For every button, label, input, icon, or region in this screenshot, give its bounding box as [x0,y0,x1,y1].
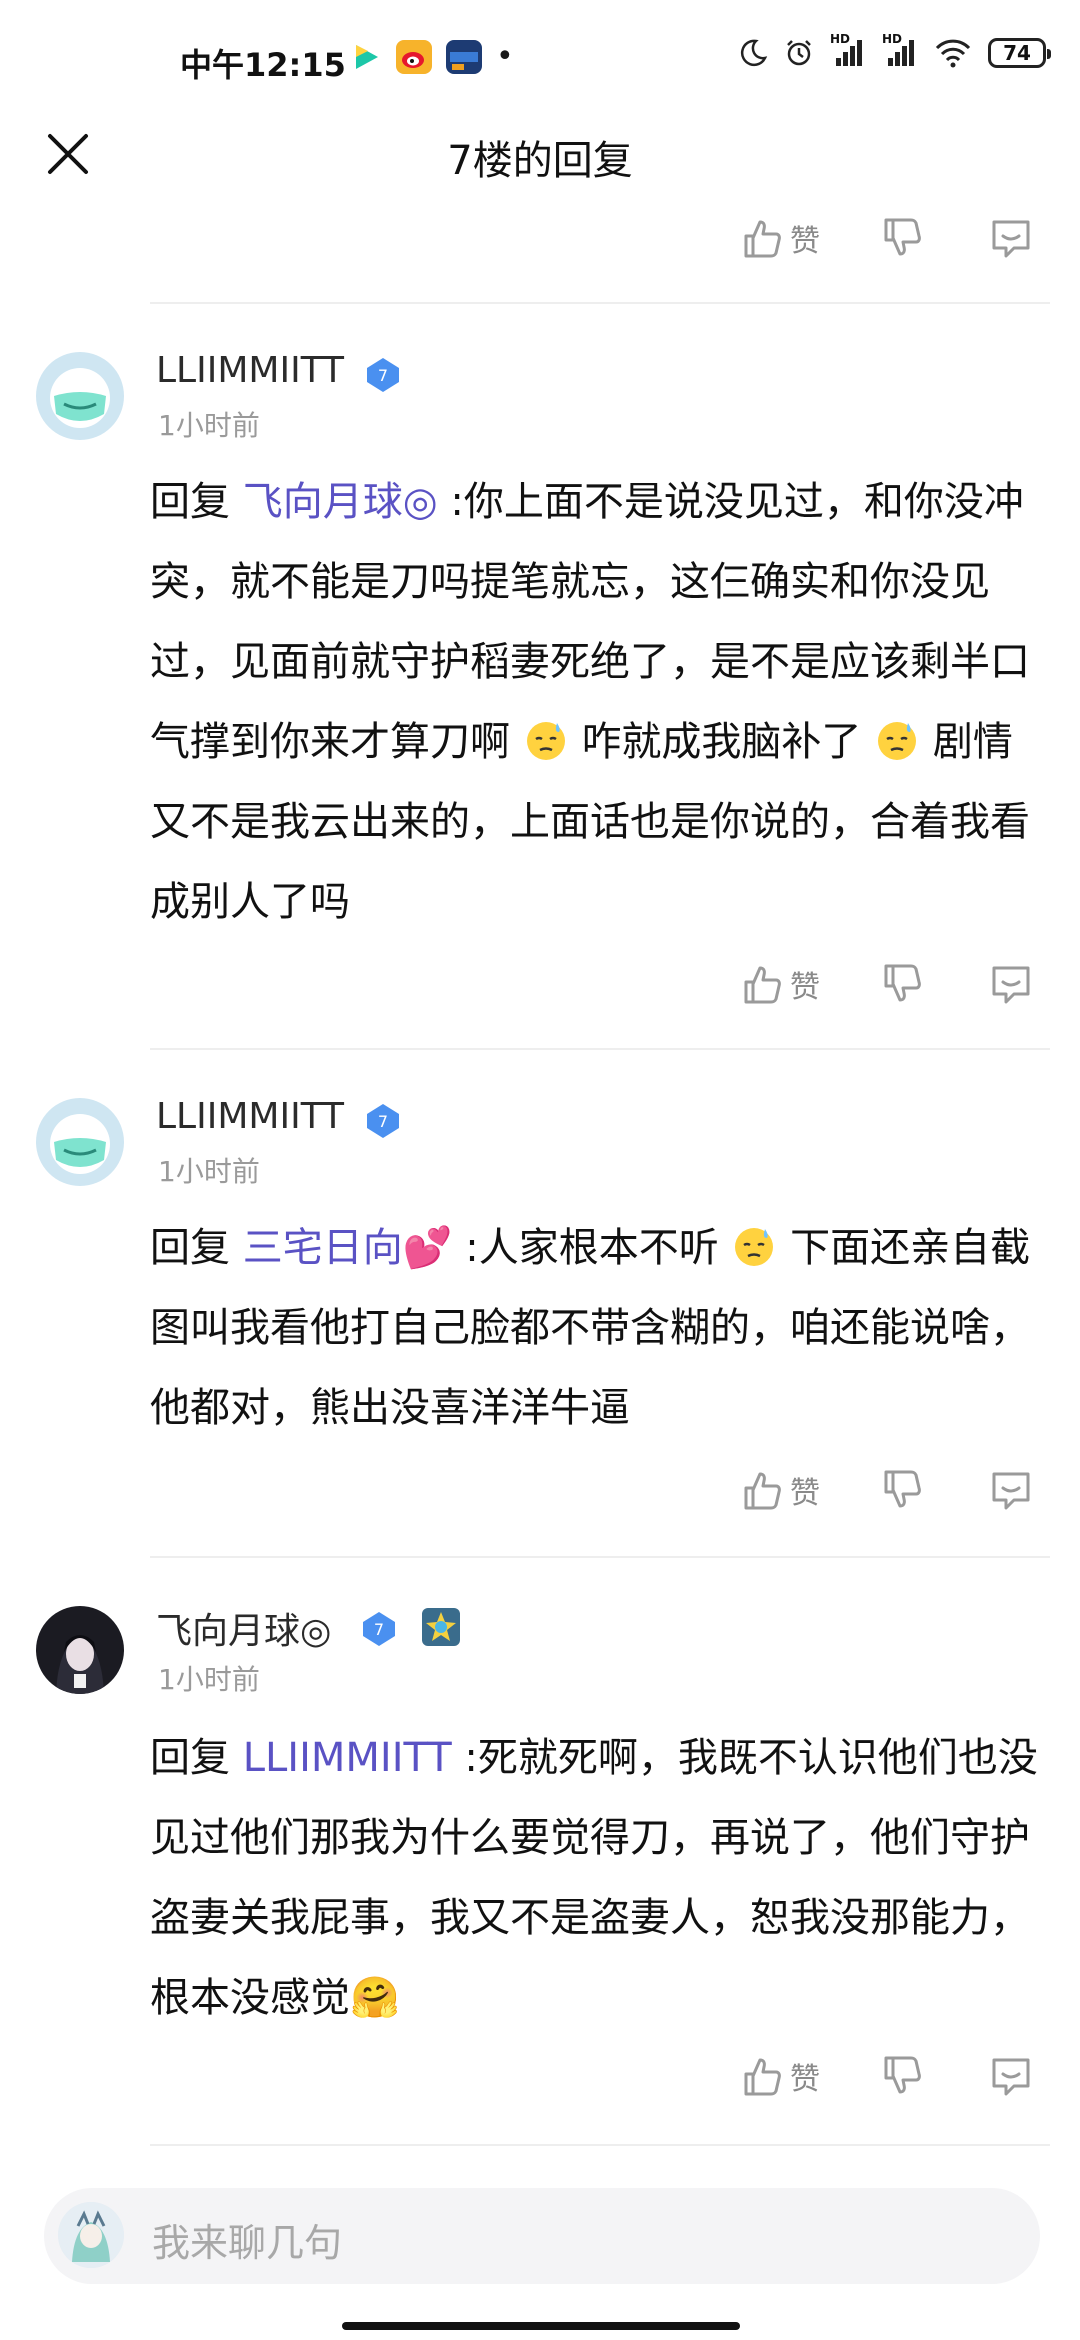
home-indicator[interactable] [342,2322,740,2330]
thumbs-down-icon[interactable] [880,962,924,1006]
thumbs-down-icon[interactable] [880,216,924,260]
status-app-icons: • [348,40,514,74]
comment-text: :人家根本不听 [465,1225,719,1271]
like-label: 赞 [790,970,820,1005]
comment-actions: 赞 [740,956,1050,1016]
thumbs-down-icon[interactable] [880,2054,924,2098]
moon-icon [740,39,768,67]
divider [150,302,1050,304]
battery-indicator: 74 [988,38,1051,68]
video-app-icon [356,45,378,69]
divider [150,2144,1050,2146]
hd-badge: HD [882,32,903,46]
reply-icon[interactable] [988,216,1034,260]
medal-badge-icon [422,1608,460,1646]
game-app-icon [446,40,482,74]
like-button[interactable]: 赞 [740,962,820,1006]
page-title: 7楼的回复 [447,138,633,184]
comment-input-bar[interactable]: 我来聊几句 [44,2188,1040,2284]
status-indicators: HD HD 74 [738,32,1051,68]
comment-time: 1小时前 [158,1155,260,1188]
level-badge: 7 [363,1612,395,1646]
reply-icon[interactable] [988,962,1034,1006]
comment-body: 回复 三宅日向💕 :人家根本不听 下面还亲自截图叫我看他打自己脸都不带含糊的，咱… [150,1208,1045,1448]
comment-body: 回复 LLIIMMIITT :死就死啊，我既不认识他们也没见过他们那我为什么要觉… [150,1718,1045,2038]
mention-link[interactable]: LLIIMMIITT [243,1735,452,1781]
thumbs-up-icon [744,1472,781,1510]
comment-actions: 赞 [740,2048,1050,2108]
sweat-emoji-icon [735,1228,774,1266]
like-button[interactable]: 赞 [740,2054,820,2098]
comment-actions: 赞 [740,210,1050,270]
comment-time: 1小时前 [158,1663,260,1696]
divider [150,1556,1050,1558]
level-number: 7 [378,366,388,385]
comment-input-placeholder[interactable]: 我来聊几句 [152,2212,342,2267]
divider [150,1048,1050,1050]
sweat-emoji-icon [526,722,565,760]
reply-prefix: 回复 [150,1225,230,1271]
thumbs-up-icon [744,2058,781,2096]
username[interactable]: LLIIMMIITT [156,1096,344,1137]
alarm-icon [787,40,811,66]
reply-prefix: 回复 [150,479,230,525]
like-label: 赞 [790,1476,820,1511]
avatar[interactable] [36,1098,124,1186]
reply-icon[interactable] [988,1468,1034,1512]
reply-icon[interactable] [988,2054,1034,2098]
like-label: 赞 [790,224,820,259]
mention-link[interactable]: 三宅日向💕 [243,1225,453,1271]
hd-badge: HD [830,32,851,46]
comment-body: 回复 飞向月球◎ :你上面不是说没见过，和你没冲突，就不能是刀吗提笔就忘，这仨确… [150,462,1045,942]
mention-link[interactable]: 飞向月球◎ [243,479,438,525]
avatar[interactable] [36,352,124,440]
sweat-emoji-icon [878,722,917,760]
reply-prefix: 回复 [150,1735,230,1781]
like-button[interactable]: 赞 [740,216,820,260]
more-dot: • [496,39,514,74]
level-badge: 7 [367,358,399,392]
level-number: 7 [374,1620,384,1639]
current-user-avatar [58,2202,124,2268]
username[interactable]: 飞向月球◎ [156,1602,331,1654]
wifi-icon [935,39,971,68]
signal-icon-2: HD [882,32,918,68]
status-time: 中午12:15 [180,46,346,84]
avatar[interactable] [36,1606,124,1694]
thumbs-up-icon [744,220,781,258]
like-button[interactable]: 赞 [740,1468,820,1512]
comment-actions: 赞 [740,1462,1050,1522]
like-label: 赞 [790,2062,820,2097]
username[interactable]: LLIIMMIITT [156,350,344,391]
signal-icon-1: HD [830,32,866,68]
level-badge: 7 [367,1104,399,1138]
level-number: 7 [378,1112,388,1131]
comment-time: 1小时前 [158,409,260,442]
comment-text: 咋就成我脑补了 [581,719,862,765]
status-bar: 中午12:15 • HD HD 74 [0,0,1080,124]
weibo-icon [396,40,432,74]
thumbs-up-icon [744,966,781,1004]
thumbs-down-icon[interactable] [880,1468,924,1512]
